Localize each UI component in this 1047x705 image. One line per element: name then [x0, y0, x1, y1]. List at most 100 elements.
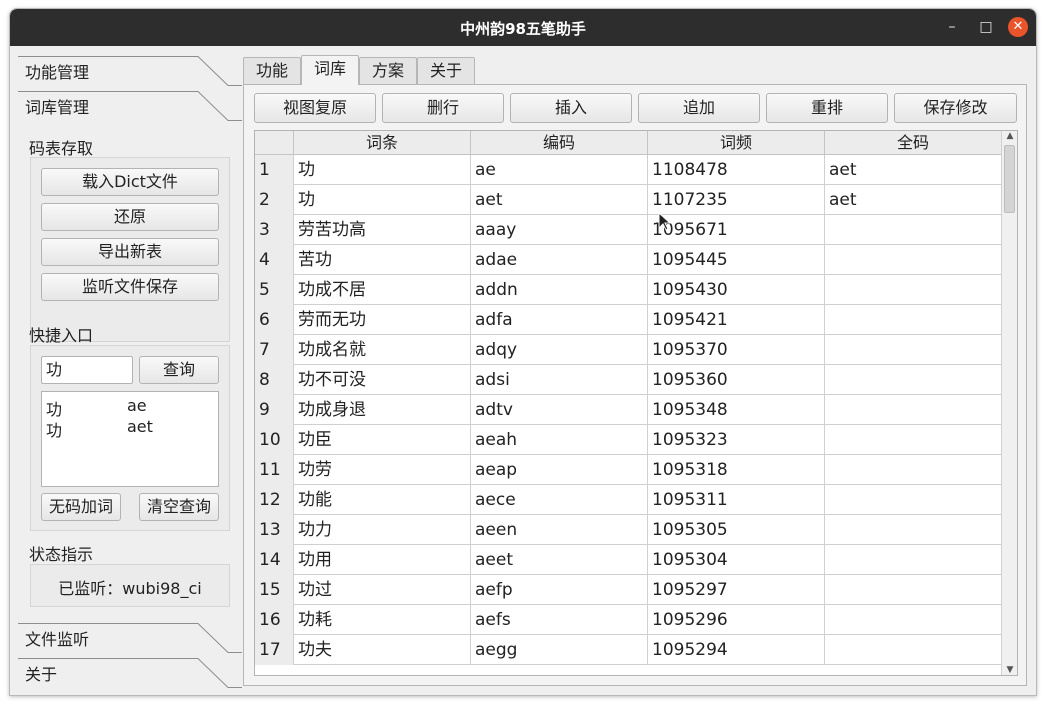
cell-code[interactable]: adsi — [471, 365, 648, 395]
watch-file-save-button[interactable]: 监听文件保存 — [41, 273, 219, 301]
cell-frequency[interactable]: 1095421 — [648, 305, 825, 335]
table-row[interactable]: 3 劳苦功高 aaay 1095671 — [255, 215, 1002, 245]
row-number[interactable]: 17 — [255, 635, 294, 665]
cell-word[interactable]: 功 — [294, 155, 471, 185]
row-number[interactable]: 16 — [255, 605, 294, 635]
cell-word[interactable]: 功力 — [294, 515, 471, 545]
cell-code[interactable]: aece — [471, 485, 648, 515]
cell-code[interactable]: aefp — [471, 575, 648, 605]
cell-code[interactable]: aeap — [471, 455, 648, 485]
cell-code[interactable]: aet — [471, 185, 648, 215]
table-row[interactable]: 10 功臣 aeah 1095323 — [255, 425, 1002, 455]
cell-frequency[interactable]: 1095671 — [648, 215, 825, 245]
cell-code[interactable]: aaay — [471, 215, 648, 245]
header-code[interactable]: 编码 — [471, 131, 648, 155]
cell-frequency[interactable]: 1095445 — [648, 245, 825, 275]
cell-full-code[interactable] — [825, 275, 1002, 305]
cell-frequency[interactable]: 1107235 — [648, 185, 825, 215]
close-button[interactable]: ✕ — [1008, 17, 1028, 37]
cell-full-code[interactable] — [825, 515, 1002, 545]
cell-full-code[interactable]: aet — [825, 155, 1002, 185]
delete-row-button[interactable]: 删行 — [382, 93, 504, 123]
cell-word[interactable]: 功 — [294, 185, 471, 215]
row-number[interactable]: 13 — [255, 515, 294, 545]
table-row[interactable]: 6 劳而无功 adfa 1095421 — [255, 305, 1002, 335]
cell-code[interactable]: aeen — [471, 515, 648, 545]
cell-code[interactable]: aeah — [471, 425, 648, 455]
cell-full-code[interactable] — [825, 335, 1002, 365]
cell-full-code[interactable] — [825, 425, 1002, 455]
row-number[interactable]: 7 — [255, 335, 294, 365]
cell-code[interactable]: adae — [471, 245, 648, 275]
scroll-up-icon[interactable]: ▲ — [1002, 131, 1017, 141]
cell-full-code[interactable] — [825, 305, 1002, 335]
row-number[interactable]: 9 — [255, 395, 294, 425]
header-corner[interactable] — [255, 131, 294, 155]
cell-word[interactable]: 功成名就 — [294, 335, 471, 365]
cell-frequency[interactable]: 1095297 — [648, 575, 825, 605]
cell-full-code[interactable] — [825, 545, 1002, 575]
tab-about[interactable]: 关于 — [417, 57, 475, 85]
table-row[interactable]: 16 功耗 aefs 1095296 — [255, 605, 1002, 635]
tab-function[interactable]: 功能 — [243, 57, 301, 85]
cell-word[interactable]: 苦功 — [294, 245, 471, 275]
maximize-button[interactable]: □ — [976, 17, 996, 37]
cell-word[interactable]: 功成不居 — [294, 275, 471, 305]
cell-full-code[interactable] — [825, 215, 1002, 245]
minimize-button[interactable]: – — [942, 17, 962, 37]
cell-full-code[interactable] — [825, 455, 1002, 485]
cell-frequency[interactable]: 1095294 — [648, 635, 825, 665]
cell-full-code[interactable] — [825, 365, 1002, 395]
table-row[interactable]: 17 功夫 aegg 1095294 — [255, 635, 1002, 665]
query-button[interactable]: 查询 — [139, 356, 219, 384]
table-row[interactable]: 2 功 aet 1107235 aet — [255, 185, 1002, 215]
add-without-code-button[interactable]: 无码加词 — [41, 493, 121, 521]
resort-button[interactable]: 重排 — [766, 93, 888, 123]
cell-word[interactable]: 功不可没 — [294, 365, 471, 395]
export-table-button[interactable]: 导出新表 — [41, 238, 219, 266]
tab-scheme[interactable]: 方案 — [359, 57, 417, 85]
cell-full-code[interactable] — [825, 635, 1002, 665]
cell-code[interactable]: aefs — [471, 605, 648, 635]
cell-full-code[interactable]: aet — [825, 185, 1002, 215]
table-row[interactable]: 1 功 ae 1108478 aet — [255, 155, 1002, 185]
toolbox-section-function[interactable]: 功能管理 — [18, 56, 242, 86]
toolbox-section-dict[interactable]: 词库管理 — [18, 91, 242, 121]
row-number[interactable]: 8 — [255, 365, 294, 395]
table-row[interactable]: 15 功过 aefp 1095297 — [255, 575, 1002, 605]
scroll-down-icon[interactable]: ▼ — [1002, 665, 1017, 675]
cell-code[interactable]: aegg — [471, 635, 648, 665]
cell-word[interactable]: 功夫 — [294, 635, 471, 665]
cell-word[interactable]: 功臣 — [294, 425, 471, 455]
toolbox-section-file-watch[interactable]: 文件监听 — [18, 623, 242, 653]
cell-full-code[interactable] — [825, 485, 1002, 515]
scrollbar-thumb[interactable] — [1004, 145, 1015, 213]
header-full-code[interactable]: 全码 — [825, 131, 1002, 155]
title-bar[interactable]: 中州韵98五笔助手 – □ ✕ — [10, 9, 1036, 46]
cell-frequency[interactable]: 1095430 — [648, 275, 825, 305]
row-number[interactable]: 10 — [255, 425, 294, 455]
cell-word[interactable]: 劳苦功高 — [294, 215, 471, 245]
load-dict-button[interactable]: 载入Dict文件 — [41, 168, 219, 196]
table-row[interactable]: 4 苦功 adae 1095445 — [255, 245, 1002, 275]
cell-full-code[interactable] — [825, 575, 1002, 605]
restore-button[interactable]: 还原 — [41, 203, 219, 231]
header-word[interactable]: 词条 — [294, 131, 471, 155]
cell-full-code[interactable] — [825, 395, 1002, 425]
table-row[interactable]: 13 功力 aeen 1095305 — [255, 515, 1002, 545]
cell-frequency[interactable]: 1095318 — [648, 455, 825, 485]
table-row[interactable]: 14 功用 aeet 1095304 — [255, 545, 1002, 575]
cell-frequency[interactable]: 1095370 — [648, 335, 825, 365]
cell-frequency[interactable]: 1095360 — [648, 365, 825, 395]
cell-frequency[interactable]: 1095305 — [648, 515, 825, 545]
toolbox-section-about[interactable]: 关于 — [18, 658, 242, 688]
cell-frequency[interactable]: 1095296 — [648, 605, 825, 635]
cell-frequency[interactable]: 1095348 — [648, 395, 825, 425]
row-number[interactable]: 14 — [255, 545, 294, 575]
row-number[interactable]: 12 — [255, 485, 294, 515]
row-number[interactable]: 1 — [255, 155, 294, 185]
tab-dictionary[interactable]: 词库 — [301, 55, 359, 85]
cell-code[interactable]: ae — [471, 155, 648, 185]
insert-row-button[interactable]: 插入 — [510, 93, 632, 123]
cell-frequency[interactable]: 1095311 — [648, 485, 825, 515]
